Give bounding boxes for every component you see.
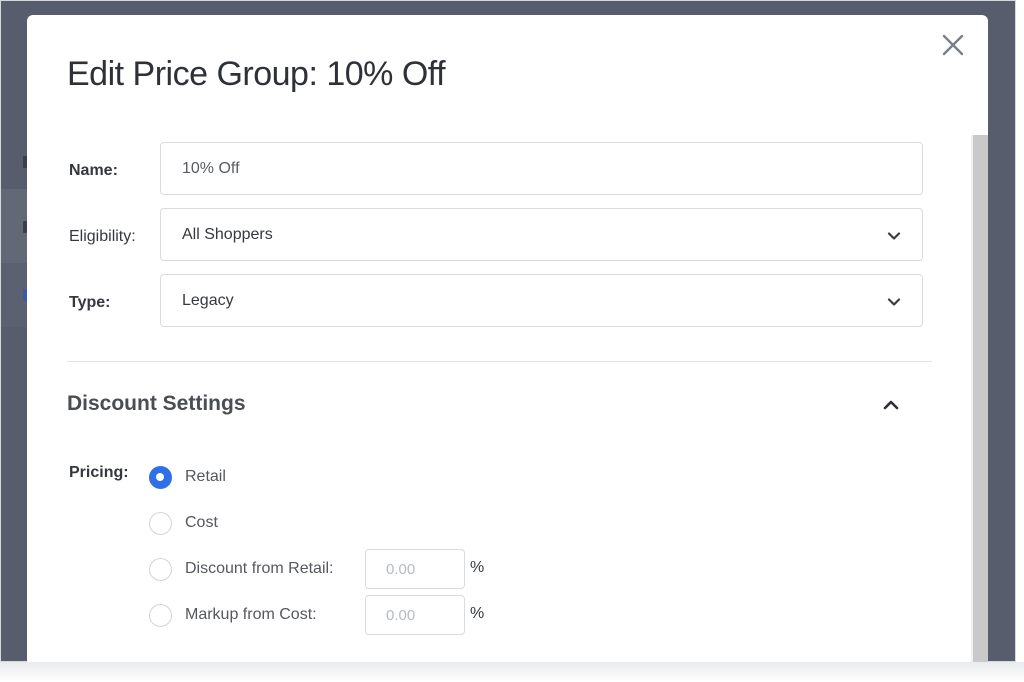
pricing-option-markup-from-cost[interactable]: Markup from Cost: — [149, 603, 317, 627]
chevron-up-icon — [883, 400, 899, 410]
type-select[interactable]: Legacy — [160, 274, 923, 327]
close-button[interactable] — [939, 31, 967, 59]
eligibility-select[interactable]: All Shoppers — [160, 208, 923, 261]
pricing-option-retail[interactable]: Retail — [149, 465, 226, 489]
radio-retail[interactable] — [149, 465, 172, 489]
section-divider — [67, 361, 932, 362]
edit-price-group-modal: Edit Price Group: 10% Off Name: Eligibil… — [27, 15, 988, 662]
name-input[interactable] — [160, 142, 923, 195]
scrollbar[interactable] — [971, 135, 988, 662]
pricing-option-cost[interactable]: Cost — [149, 511, 218, 535]
type-value: Legacy — [182, 291, 234, 309]
chevron-down-icon — [886, 294, 902, 310]
percent-unit: % — [470, 605, 485, 622]
radio-label: Markup from Cost: — [185, 606, 317, 623]
modal-title: Edit Price Group: 10% Off — [67, 55, 446, 93]
pricing-label: Pricing: — [69, 464, 129, 481]
radio-label: Retail — [185, 468, 226, 485]
close-icon — [942, 34, 964, 56]
window-shadow — [0, 662, 1024, 682]
chevron-down-icon — [886, 228, 902, 244]
radio-label: Cost — [185, 514, 218, 531]
radio-label: Discount from Retail: — [185, 560, 334, 577]
scrollbar-thumb[interactable] — [973, 135, 988, 662]
radio-markup-from-cost[interactable] — [149, 603, 172, 627]
percent-unit: % — [470, 559, 485, 576]
pricing-option-discount-from-retail[interactable]: Discount from Retail: — [149, 557, 334, 581]
collapse-button[interactable] — [879, 393, 903, 417]
type-label: Type: — [69, 294, 111, 311]
discount-from-retail-input[interactable] — [365, 549, 465, 589]
radio-cost[interactable] — [149, 511, 172, 535]
eligibility-label: Eligibility: — [69, 228, 136, 245]
eligibility-value: All Shoppers — [182, 225, 273, 243]
name-label: Name: — [69, 162, 118, 179]
discount-settings-title[interactable]: Discount Settings — [67, 392, 246, 416]
radio-discount-from-retail[interactable] — [149, 557, 172, 581]
markup-from-cost-input[interactable] — [365, 595, 465, 635]
